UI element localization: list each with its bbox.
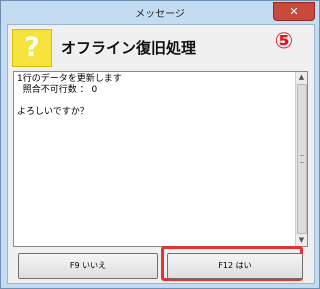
window-title: メッセージ [135, 9, 185, 20]
message-text: 1行のデータを更新します 照合不可行数 ： 0 よろしいですか？ [17, 74, 122, 118]
message-line: 1行のデータを更新します [17, 74, 122, 84]
scroll-up-icon[interactable]: ▲ [296, 72, 307, 83]
dialog-heading: オフライン復旧処理 [61, 39, 197, 57]
dialog-window: メッセージ ✕ ? オフライン復旧処理 ⑤ 1行のデータを更新します 照合不可行… [0, 0, 320, 289]
grip-icon [300, 155, 304, 163]
message-line: 照合不可行数 ： 0 [17, 85, 98, 95]
vertical-scrollbar[interactable]: ▲ ▼ [295, 72, 307, 246]
message-line [17, 96, 122, 107]
yes-button[interactable]: F12 はい [167, 253, 303, 279]
step-badge: ⑤ [274, 29, 294, 54]
scroll-thumb[interactable] [297, 84, 307, 234]
close-button[interactable]: ✕ [273, 2, 315, 21]
scroll-down-icon[interactable]: ▼ [296, 235, 307, 246]
question-glyph: ? [24, 32, 40, 63]
message-textbox[interactable]: 1行のデータを更新します 照合不可行数 ： 0 よろしいですか？ ▲ ▼ [13, 71, 308, 247]
message-line: よろしいですか？ [17, 107, 89, 117]
title-bar[interactable]: メッセージ ✕ [1, 1, 319, 23]
no-button[interactable]: F9 いいえ [18, 253, 158, 279]
question-icon: ? [12, 29, 52, 67]
close-icon: ✕ [289, 5, 299, 18]
